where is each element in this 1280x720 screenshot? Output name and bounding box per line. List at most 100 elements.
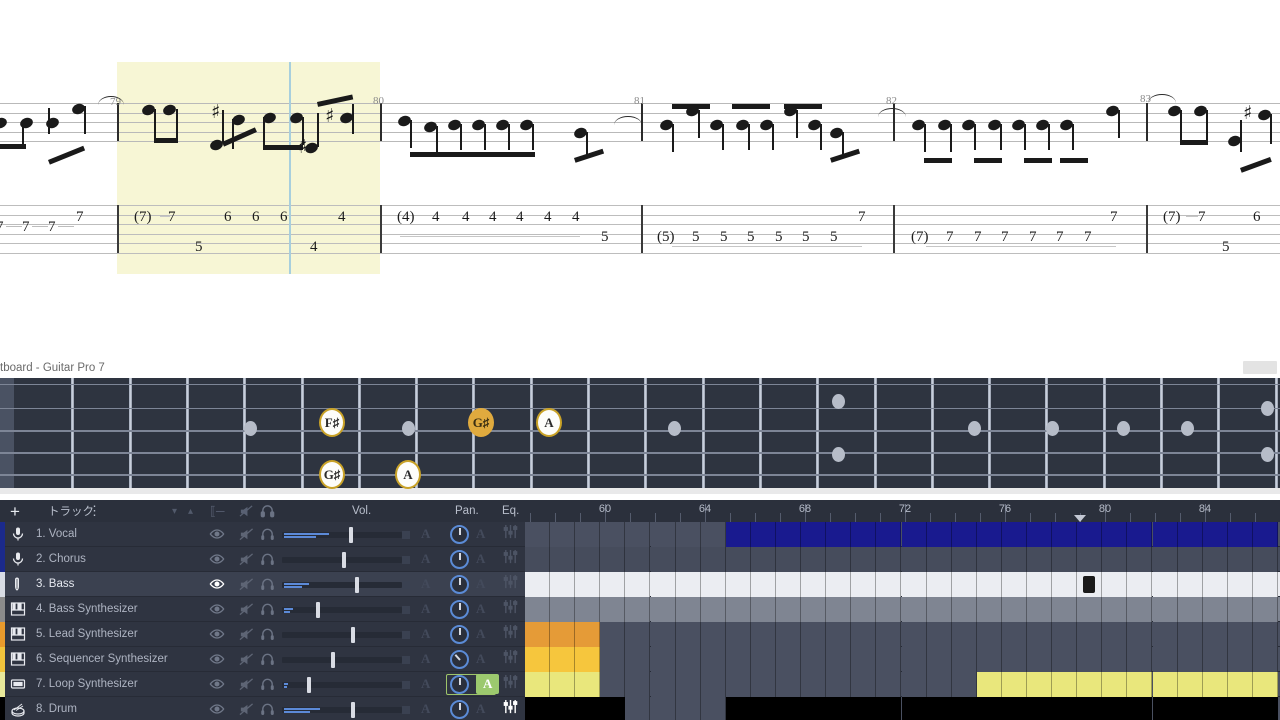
timeline-cell[interactable] [750,672,776,697]
tab-number[interactable]: 4 [310,239,318,256]
timeline-cell[interactable] [1252,672,1278,697]
tab-number[interactable]: (7) [134,209,152,226]
timeline-cell[interactable] [650,622,676,647]
pan-knob[interactable] [450,550,469,569]
timeline-cell[interactable] [1152,697,1178,720]
timeline-cell[interactable] [951,697,977,720]
volume-slider[interactable] [282,547,410,572]
timeline-lane[interactable] [525,572,1280,597]
timeline-playhead-marker[interactable] [1074,515,1086,522]
eye-icon[interactable] [208,626,225,643]
timeline-cell[interactable] [675,522,701,547]
timeline-cell[interactable] [1027,672,1053,697]
volume-thumb[interactable] [354,576,359,593]
timeline-cell[interactable] [901,522,927,547]
tab-number[interactable]: 6 [224,209,232,226]
track-list[interactable]: 1. Vocal A A 2. Chorus A A 3. Bass A A 4. Bass Sy… [0,522,525,720]
timeline-cell[interactable] [1152,547,1178,572]
timeline-cell[interactable] [700,622,726,647]
timeline-cell[interactable] [1152,572,1178,597]
track-row[interactable]: 3. Bass A A [0,572,525,597]
solo-all-icon[interactable] [260,504,275,519]
timeline-cell[interactable] [976,647,1002,672]
timeline-cell[interactable] [1001,672,1027,697]
timeline-cell[interactable] [675,672,701,697]
timeline-cell[interactable] [801,597,827,622]
timeline-cell[interactable] [1102,697,1128,720]
tab-number[interactable]: 7 [974,229,982,246]
timeline-cell[interactable] [625,622,651,647]
timeline-cell[interactable] [1252,697,1278,720]
mute-icon[interactable] [238,701,255,718]
mute-icon[interactable] [238,526,255,543]
timeline-cell[interactable] [625,572,651,597]
timeline-cell[interactable] [1027,547,1053,572]
timeline-lane[interactable] [525,597,1280,622]
equalizer-icon[interactable] [503,599,518,619]
tab-number[interactable]: 6 [280,209,288,226]
volume-thumb[interactable] [306,676,311,693]
volume-track[interactable] [282,681,402,688]
mute-icon[interactable] [238,576,255,593]
timeline-cell[interactable] [776,572,802,597]
track-color-strip[interactable] [0,672,5,697]
timeline-cell[interactable] [1252,522,1278,547]
timeline-cell[interactable] [1052,622,1078,647]
solo-icon[interactable] [259,651,276,668]
timeline-cell[interactable] [1102,647,1128,672]
timeline-cell[interactable] [525,647,551,672]
track-color-strip[interactable] [0,597,5,622]
eye-icon[interactable] [208,701,225,718]
volume-slider[interactable] [282,622,410,647]
track-row[interactable]: 6. Sequencer Synthesizer A A [0,647,525,672]
timeline-cell[interactable] [650,697,676,720]
mute-all-icon[interactable] [239,504,254,519]
timeline-cell[interactable] [1202,572,1228,597]
track-panel[interactable]: + トラック ⋮ ▾ ▴ ⟦─ Vol. Pan. Eq. 1. Vocal A A… [0,500,1280,720]
timeline-cell[interactable] [976,672,1002,697]
timeline-cell[interactable] [1152,672,1178,697]
timeline-cell[interactable] [650,572,676,597]
equalizer-icon[interactable] [503,624,518,644]
timeline-cell[interactable] [1077,547,1103,572]
timeline-cell[interactable] [750,622,776,647]
track-color-strip[interactable] [0,522,5,547]
timeline-cell[interactable] [951,672,977,697]
volume-slider[interactable] [282,672,410,697]
timeline-cell[interactable] [725,547,751,572]
timeline-cell[interactable] [1052,647,1078,672]
timeline-cell[interactable] [750,597,776,622]
timeline-cell[interactable] [575,522,601,547]
equalizer-icon[interactable] [503,524,518,544]
tab-number[interactable]: (4) [397,209,415,226]
timeline-cell[interactable] [1127,647,1153,672]
solo-icon[interactable] [259,701,276,718]
fretboard-view[interactable]: F♯ G♯ A G♯ A [0,378,1280,494]
track-color-strip[interactable] [0,622,5,647]
timeline-cell[interactable] [901,597,927,622]
timeline-cell[interactable] [650,597,676,622]
timeline-cell[interactable] [600,547,626,572]
timeline-cell[interactable] [1001,522,1027,547]
timeline-cell[interactable] [700,572,726,597]
timeline-cell[interactable] [1202,597,1228,622]
timeline-cell[interactable] [876,622,902,647]
tab-number[interactable]: 4 [432,209,440,226]
timeline-cell[interactable] [776,597,802,622]
tab-number[interactable]: 4 [572,209,580,226]
timeline-cell[interactable] [776,622,802,647]
timeline-cell[interactable] [1227,597,1253,622]
timeline-cell[interactable] [876,597,902,622]
timeline-cell[interactable] [750,547,776,572]
timeline-cell[interactable] [901,572,927,597]
timeline-cell[interactable] [951,547,977,572]
timeline-cell[interactable] [1227,622,1253,647]
chevron-down-icon[interactable]: ▾ [172,506,177,517]
timeline-cell[interactable] [1177,597,1203,622]
timeline-cell[interactable] [600,622,626,647]
timeline-cell[interactable] [801,622,827,647]
tab-number[interactable]: 7 [1029,229,1037,246]
tab-number[interactable]: 7 [168,209,176,226]
timeline-cell[interactable] [776,522,802,547]
tab-number[interactable]: 7 [22,219,30,236]
